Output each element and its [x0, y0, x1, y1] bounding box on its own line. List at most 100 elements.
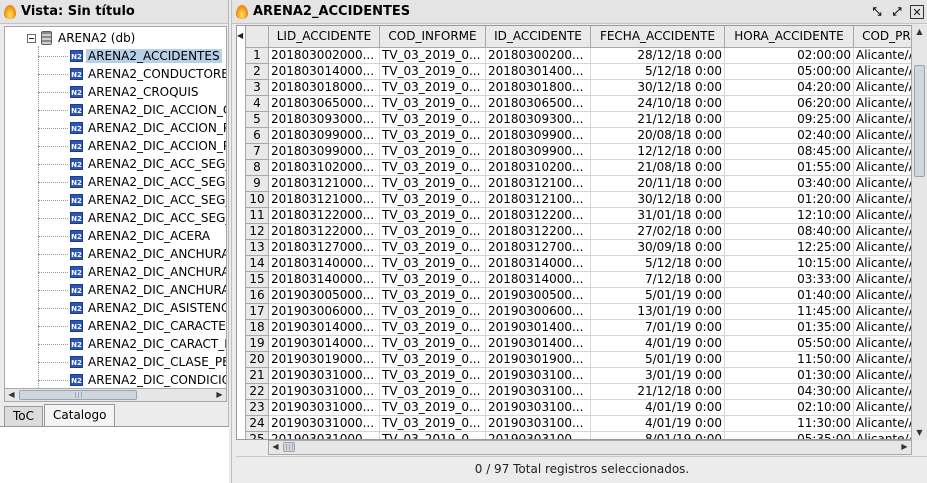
table-row[interactable]: 10 201803121000... TV_03_2019_0... 20180312… [245, 190, 920, 208]
table-cell[interactable]: 28/12/18 0:00 [590, 46, 725, 64]
row-number[interactable]: 19 [245, 334, 269, 352]
table-cell[interactable]: 3/01/19 0:00 [590, 366, 725, 384]
table-cell[interactable]: 201903006000... [268, 302, 380, 320]
minimize-icon[interactable]: ⤡ [870, 5, 884, 19]
table-cell[interactable]: 20180306500... [485, 94, 591, 112]
column-header[interactable]: FECHA_ACCIDENTE [590, 26, 725, 48]
column-header[interactable]: ID_ACCIDENTE [485, 26, 591, 48]
table-cell[interactable]: 8/01/19 0:00 [590, 430, 725, 439]
table-row[interactable]: 14 201803140000... TV_03_2019_0... 20180314… [245, 254, 920, 272]
row-number[interactable]: 20 [245, 350, 269, 368]
tree-item-table[interactable]: N2 ARENA2_CROQUIS [38, 83, 201, 101]
table-cell[interactable]: 06:20:00 [724, 94, 854, 112]
table-cell[interactable]: Alicante/A [853, 142, 920, 160]
tree-item-table[interactable]: N2 ARENA2_DIC_ACCION_PE [38, 137, 226, 155]
table-cell[interactable]: TV_03_2019_0... [379, 350, 486, 368]
scrollbar-thumb[interactable] [283, 442, 295, 452]
table-cell[interactable]: 201803122000... [268, 206, 380, 224]
table-row[interactable]: 15 201803140000... TV_03_2019_0... 20180314… [245, 270, 920, 288]
table-cell[interactable]: Alicante/A [853, 366, 920, 384]
scroll-right-arrow-icon[interactable]: ▶ [898, 441, 911, 453]
catalog-tree[interactable]: ARENA2 (db) N2 ARENA2_ACCIDENTES N2 ARENA2_… [4, 26, 227, 389]
row-number[interactable]: 11 [245, 206, 269, 224]
scroll-columns-left-icon[interactable]: ◀ [237, 27, 245, 45]
table-cell[interactable]: TV_03_2019_0... [379, 366, 486, 384]
table-cell[interactable]: 30/12/18 0:00 [590, 78, 725, 96]
table-cell[interactable]: 201903031000... [268, 430, 380, 439]
table-row[interactable]: 13 201803127000... TV_03_2019_0... 20180312… [245, 238, 920, 256]
table-cell[interactable]: Alicante/A [853, 350, 920, 368]
row-number[interactable]: 1 [245, 46, 269, 64]
table-cell[interactable]: 20180314000... [485, 254, 591, 272]
table-cell[interactable]: TV_03_2019_0... [379, 254, 486, 272]
scroll-left-arrow-icon[interactable]: ◀ [5, 389, 18, 401]
table-cell[interactable]: 20180312100... [485, 190, 591, 208]
table-cell[interactable]: TV_03_2019_0... [379, 382, 486, 400]
table-cell[interactable]: 20190301900... [485, 350, 591, 368]
row-number[interactable]: 5 [245, 110, 269, 128]
tab-catalogo[interactable]: Catalogo [44, 404, 116, 426]
table-cell[interactable]: 20180301400... [485, 62, 591, 80]
table-cell[interactable]: 20180300200... [485, 46, 591, 64]
tree-item-table[interactable]: N2 ARENA2_DIC_ACC_SEG_P [38, 191, 226, 209]
table-cell[interactable]: 20190300600... [485, 302, 591, 320]
scroll-left-arrow-icon[interactable]: ◀ [269, 441, 282, 453]
table-cell[interactable]: TV_03_2019_0... [379, 190, 486, 208]
data-grid[interactable]: ◀ LID_ACCIDENTE COD_INFORME ID_ACCIDENTE FE… [236, 25, 927, 440]
tree-item-table[interactable]: N2 ARENA2_DIC_ACC_SEG_C [38, 173, 226, 191]
table-vertical-scrollbar[interactable]: ▲ ▼ [911, 25, 927, 440]
table-cell[interactable]: 201903031000... [268, 382, 380, 400]
table-row[interactable]: 1 201803002000... TV_03_2019_0... 201803002… [245, 46, 920, 64]
table-cell[interactable]: Alicante/A [853, 190, 920, 208]
row-number[interactable]: 17 [245, 302, 269, 320]
table-row[interactable]: 20 201903019000... TV_03_2019_0... 20190301… [245, 350, 920, 368]
table-cell[interactable]: 20190301400... [485, 334, 591, 352]
table-cell[interactable]: 20190300500... [485, 286, 591, 304]
table-row[interactable]: 9 201803121000... TV_03_2019_0... 201803121… [245, 174, 920, 192]
table-cell[interactable]: TV_03_2019_0... [379, 222, 486, 240]
table-cell[interactable]: Alicante/A [853, 302, 920, 320]
close-icon[interactable]: ✕ [910, 4, 924, 19]
table-cell[interactable]: TV_03_2019_0... [379, 334, 486, 352]
table-cell[interactable]: 12:25:00 [724, 238, 854, 256]
table-cell[interactable]: Alicante/A [853, 110, 920, 128]
collapse-icon[interactable] [27, 33, 36, 43]
row-number[interactable]: 15 [245, 270, 269, 288]
tree-item-table[interactable]: N2 ARENA2_DIC_CONDICION [38, 371, 226, 388]
table-cell[interactable]: 24/10/18 0:00 [590, 94, 725, 112]
row-number[interactable]: 14 [245, 254, 269, 272]
table-row[interactable]: 2 201803014000... TV_03_2019_0... 201803014… [245, 62, 920, 80]
table-cell[interactable]: Alicante/A [853, 254, 920, 272]
row-number[interactable]: 16 [245, 286, 269, 304]
table-cell[interactable]: Alicante/A [853, 318, 920, 336]
table-row[interactable]: 6 201803099000... TV_03_2019_0... 201803099… [245, 126, 920, 144]
tree-item-table[interactable]: N2 ARENA2_DIC_ANCHURA_ [38, 245, 226, 263]
table-cell[interactable]: 20190303100... [485, 398, 591, 416]
table-cell[interactable]: 20180301800... [485, 78, 591, 96]
table-cell[interactable]: 201903014000... [268, 334, 380, 352]
table-cell[interactable]: TV_03_2019_0... [379, 318, 486, 336]
tree-item-table[interactable]: N2 ARENA2_DIC_ACC_SEG_P [38, 209, 226, 227]
table-cell[interactable]: 02:10:00 [724, 398, 854, 416]
table-row[interactable]: 12 201803122000... TV_03_2019_0... 20180312… [245, 222, 920, 240]
tree-item-table[interactable]: N2 ARENA2_DIC_ANCHURA_ [38, 281, 226, 299]
table-cell[interactable]: 12/12/18 0:00 [590, 142, 725, 160]
table-cell[interactable]: 30/12/18 0:00 [590, 190, 725, 208]
table-cell[interactable]: 20/11/18 0:00 [590, 174, 725, 192]
row-number[interactable]: 18 [245, 318, 269, 336]
table-row[interactable]: 3 201803018000... TV_03_2019_0... 201803018… [245, 78, 920, 96]
table-cell[interactable]: 20190303100... [485, 414, 591, 432]
row-number[interactable]: 13 [245, 238, 269, 256]
table-row[interactable]: 19 201903014000... TV_03_2019_0... 20190301… [245, 334, 920, 352]
table-cell[interactable]: Alicante/A [853, 286, 920, 304]
table-horizontal-scrollbar[interactable]: ◀ ▶ [268, 440, 912, 455]
table-cell[interactable]: Alicante/A [853, 126, 920, 144]
table-cell[interactable]: 20180309300... [485, 110, 591, 128]
table-cell[interactable]: Alicante/A [853, 430, 920, 439]
table-cell[interactable]: TV_03_2019_0... [379, 398, 486, 416]
table-cell[interactable]: 201903031000... [268, 414, 380, 432]
tree-item-table[interactable]: N2 ARENA2_DIC_ACCION_PA [38, 119, 226, 137]
table-cell[interactable]: 03:40:00 [724, 174, 854, 192]
table-cell[interactable]: 7/01/19 0:00 [590, 318, 725, 336]
table-cell[interactable]: TV_03_2019_0... [379, 430, 486, 439]
